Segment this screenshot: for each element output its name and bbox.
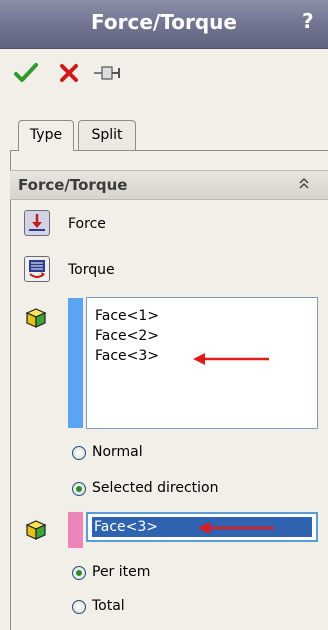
collapse-icon[interactable] [298, 176, 310, 193]
direction-reference-icon [24, 518, 48, 542]
arrow-annotation-icon [193, 353, 269, 365]
selected-direction-label: Selected direction [92, 480, 219, 496]
per-item-radio[interactable] [72, 566, 86, 580]
total-label: Total [92, 598, 125, 614]
torque-icon [29, 260, 45, 278]
force-icon [29, 214, 45, 231]
pushpin-icon [94, 66, 120, 80]
force-button[interactable] [24, 210, 50, 236]
list-item[interactable]: Face<1> [95, 306, 159, 326]
window-title: Force/Torque [91, 10, 237, 34]
list-item[interactable]: Face<3> [95, 346, 159, 366]
faces-list[interactable]: Face<1> Face<2> Face<3> [86, 297, 318, 429]
pin-button[interactable] [92, 62, 122, 84]
torque-button[interactable] [24, 256, 50, 282]
section-title: Force/Torque [18, 176, 128, 194]
cancel-button[interactable] [58, 62, 80, 84]
reference-color-strip [68, 512, 83, 548]
arrow-annotation-icon [198, 522, 274, 534]
per-item-label: Per item [92, 564, 151, 580]
total-radio[interactable] [72, 600, 86, 614]
tab-split-label: Split [91, 127, 123, 143]
torque-label: Torque [68, 262, 115, 278]
face-selection-icon [24, 306, 48, 330]
force-torque-section-header[interactable]: Force/Torque [10, 170, 328, 200]
normal-label: Normal [92, 444, 143, 460]
normal-radio[interactable] [72, 446, 86, 460]
title-bar: Force/Torque ? [0, 0, 328, 49]
tab-type-label: Type [29, 127, 63, 143]
ok-button[interactable] [14, 62, 38, 84]
selected-direction-radio[interactable] [72, 482, 86, 496]
list-item[interactable]: Face<2> [95, 326, 159, 346]
x-icon [60, 64, 78, 82]
tab-type[interactable]: Type [18, 120, 74, 151]
direction-reference-field[interactable]: Face<3> [86, 512, 318, 542]
help-button[interactable]: ? [302, 9, 314, 33]
force-label: Force [68, 216, 106, 232]
checkmark-icon [14, 63, 38, 82]
panel-left-edge [10, 150, 11, 630]
tab-split[interactable]: Split [78, 120, 136, 150]
selection-color-strip [68, 298, 83, 428]
